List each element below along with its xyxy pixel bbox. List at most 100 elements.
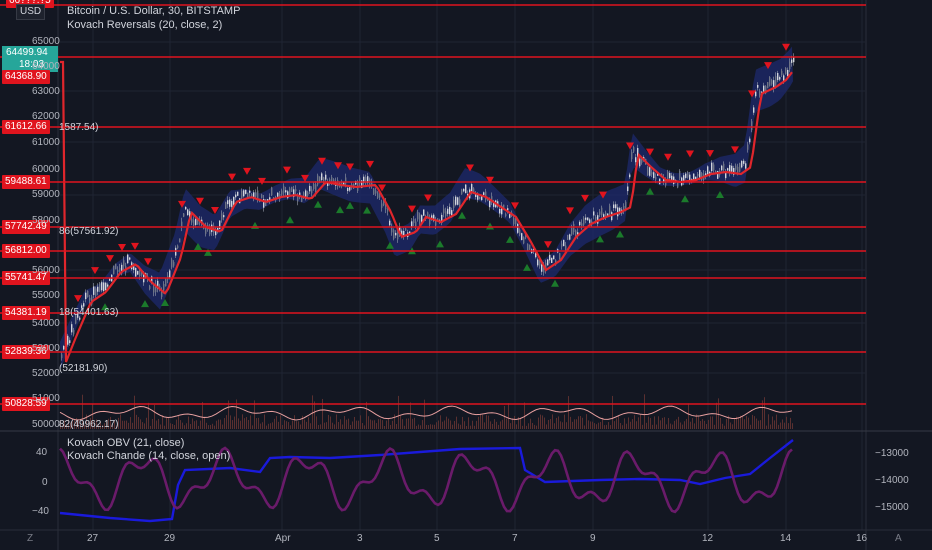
volume-bar <box>368 416 369 429</box>
volume-bar <box>718 398 719 429</box>
level-label-64368[interactable]: 64368.90 <box>2 70 50 84</box>
candle-body <box>195 219 197 225</box>
horizontal-levels[interactable] <box>0 4 866 405</box>
obv-tick-13000: −13000 <box>875 448 909 459</box>
candle-body <box>759 91 761 96</box>
volume-bar <box>354 416 355 429</box>
volume-bar <box>138 417 139 429</box>
volume-bar <box>542 415 543 429</box>
volume-bar <box>242 414 243 429</box>
candle-body <box>415 221 417 227</box>
candle-body <box>417 212 419 220</box>
volume-bar <box>278 421 279 429</box>
reversal-up-marker <box>458 211 466 219</box>
candle-body <box>271 187 273 196</box>
level-note-3: 18(54401.63) <box>59 307 119 318</box>
volume-bar <box>682 424 683 429</box>
volume-bar <box>552 414 553 429</box>
volume-bar <box>484 422 485 429</box>
volume-bar <box>702 419 703 429</box>
currency-badge[interactable]: USD <box>16 4 46 20</box>
level-label-56812[interactable]: 56812.00 <box>2 244 50 258</box>
candle-body <box>67 335 69 345</box>
level-label-59488[interactable]: 59488.61 <box>2 175 50 189</box>
volume-bar <box>652 424 653 429</box>
candle-body <box>69 340 71 344</box>
volume-bar <box>684 421 685 429</box>
indicator-main-legend[interactable]: Kovach Reversals (20, close, 2) <box>67 19 222 32</box>
candle-body <box>405 228 407 231</box>
timezone-button[interactable]: Z <box>27 533 33 544</box>
volume-bar <box>426 424 427 429</box>
volume-bar <box>206 422 207 429</box>
candle-body <box>515 219 517 225</box>
candle-body <box>61 354 63 359</box>
candle-body <box>707 166 709 175</box>
candle-body <box>451 210 453 216</box>
volume-bar <box>392 420 393 429</box>
chart-title[interactable]: Bitcoin / U.S. Dollar, 30, BITSTAMP <box>67 5 240 18</box>
candle-body <box>541 264 543 272</box>
volume-bar <box>632 419 633 429</box>
auto-scale-button[interactable]: A <box>895 533 902 544</box>
candle-body <box>483 192 485 195</box>
volume-bar <box>730 422 731 429</box>
candle-body <box>749 138 751 143</box>
candle-body <box>489 200 491 208</box>
volume-bar <box>258 417 259 429</box>
volume-bar <box>506 418 507 429</box>
volume-bar <box>680 422 681 429</box>
date-tick-12: 12 <box>702 533 714 544</box>
chart-canvas[interactable] <box>0 0 932 550</box>
volume-bar <box>182 422 183 429</box>
volume-bar <box>382 420 383 429</box>
volume-bar <box>174 425 175 429</box>
volume-bar <box>710 416 711 429</box>
volume-bar <box>352 421 353 429</box>
volume-bar <box>196 420 197 429</box>
candle-body <box>787 69 789 77</box>
volume-bar <box>734 418 735 429</box>
indicator-chande-legend[interactable]: Kovach Chande (14, close, open) <box>67 450 230 463</box>
candle-body <box>569 234 571 240</box>
candle-body <box>517 223 519 233</box>
indicator-obv-legend[interactable]: Kovach OBV (21, close) <box>67 437 184 450</box>
axis-tick-65000: 65000 <box>32 36 60 47</box>
volume-bar <box>634 415 635 429</box>
candle-body <box>411 221 413 227</box>
volume-bar <box>178 415 179 429</box>
volume-bar <box>454 420 455 429</box>
volume-bar <box>364 425 365 429</box>
candle-body <box>179 238 181 243</box>
volume-bar <box>270 423 271 429</box>
volume-bar <box>566 422 567 429</box>
volume-bar <box>262 422 263 429</box>
candle-body <box>629 174 631 178</box>
candle-body <box>743 160 745 164</box>
volume-bar <box>476 420 477 429</box>
reversal-down-marker <box>706 150 714 158</box>
level-label-61612[interactable]: 61612.66 <box>2 120 50 134</box>
volume-bar <box>224 418 225 429</box>
volume-bar <box>470 425 471 429</box>
candle-body <box>419 214 421 224</box>
volume-bar <box>308 417 309 429</box>
candle-body <box>753 107 755 113</box>
volume-bar <box>376 423 377 429</box>
candle-body <box>757 84 759 88</box>
axis-tick-58000: 58000 <box>32 215 60 226</box>
volume-bar <box>360 415 361 429</box>
candle-body <box>647 166 649 176</box>
candle-body <box>307 192 309 196</box>
volume-bar <box>302 415 303 429</box>
volume-bar <box>548 419 549 429</box>
candle-body <box>183 213 185 217</box>
volume-bar <box>348 418 349 429</box>
volume-bar <box>668 417 669 429</box>
volume-bar <box>212 423 213 429</box>
reversal-up-marker <box>616 230 624 238</box>
date-tick-3: 3 <box>357 533 363 544</box>
volume-bar <box>618 415 619 429</box>
candle-body <box>101 282 103 291</box>
candle-body <box>655 177 657 180</box>
